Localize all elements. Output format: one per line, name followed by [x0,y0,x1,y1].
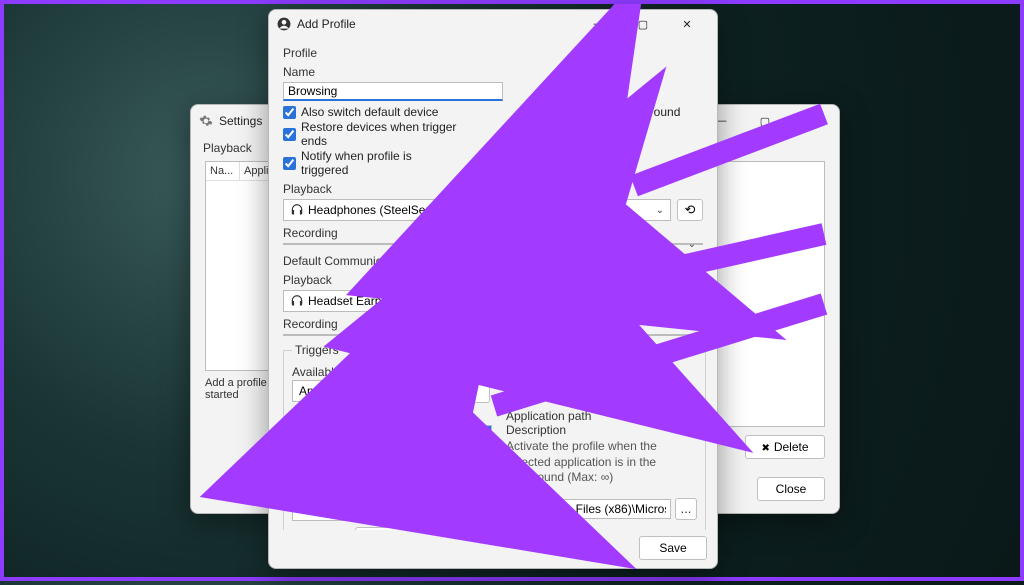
playback-label: Playback [283,182,703,196]
gear-icon [199,114,213,128]
reset-playback-button[interactable]: ⟲ [677,199,703,221]
dlg-minimize-button[interactable]: — [577,10,621,38]
close-settings-button[interactable]: Close [757,477,825,501]
profile-icon [277,17,291,31]
active-triggers-list[interactable]: Application path [292,425,492,521]
recording-device-combo[interactable]: ⌄ [283,243,703,245]
headset-icon [290,294,304,308]
chevron-down-icon: ⌄ [656,296,664,307]
dlg-close-button[interactable]: ✕ [665,10,709,38]
settings-title: Settings [219,114,262,128]
description-label: Description [506,423,697,437]
reset-icon: ⟲ [685,202,696,218]
active-triggers-label: Active Triggers [292,411,492,425]
comm-recording-label: Recording [283,317,703,331]
dlg-maximize-button[interactable]: ▢ [621,10,665,38]
col-name: Na... [206,162,240,180]
recording-label: Recording [283,226,703,240]
add-trigger-button[interactable]: Add [430,379,490,403]
addprofile-title: Add Profile [297,17,356,31]
path-input[interactable] [506,499,671,519]
triggers-fieldset: Triggers Available Triggers Application … [283,343,706,530]
trigger-kind-label: Application path [506,409,697,423]
description-text: Activate the profile when the selected a… [506,439,697,486]
delete-button[interactable]: Delete [745,435,825,459]
name-input[interactable] [283,82,503,101]
reset-icon: ⟲ [685,293,696,309]
tab-playback[interactable]: Playback [203,141,252,155]
maximize-button[interactable]: ▢ [743,107,787,135]
chevron-down-icon: ⌄ [656,205,664,216]
chk-foreground[interactable] [521,113,534,126]
available-triggers-select[interactable]: Application path [292,380,422,402]
chk-switch-default[interactable] [283,106,296,119]
comm-group-label: Default Communication Device [283,254,703,268]
profile-group-label: Profile [283,46,703,60]
headphones-icon [290,203,304,217]
add-profile-dialog: Add Profile — ▢ ✕ Profile Name Also swit… [268,9,718,569]
comm-playback-label: Playback [283,273,703,287]
chevron-down-icon: ⌄ [688,239,696,250]
browse-button[interactable]: ... [675,498,697,520]
save-button[interactable]: Save [639,536,707,560]
comm-recording-combo[interactable]: ⌄ [283,334,703,336]
delete-icon [761,440,773,454]
available-triggers-label: Available Triggers [292,365,697,379]
chk-restore[interactable] [283,128,296,141]
triggers-legend: Triggers [292,343,342,357]
addprofile-titlebar: Add Profile — ▢ ✕ [269,10,717,38]
playback-device-combo[interactable]: Headphones (SteelSeries Arctis 9 Game) ⌄ [283,199,671,221]
close-button[interactable]: ✕ [787,107,831,135]
name-label: Name [283,65,703,79]
reset-comm-playback-button[interactable]: ⟲ [677,290,703,312]
comm-playback-combo[interactable]: Headset Earphone (SteelSeries Arctis 9 C… [283,290,671,312]
chevron-down-icon: ⌄ [688,330,696,341]
chk-notify[interactable] [283,157,296,170]
active-trigger-item[interactable]: Application path [293,426,491,442]
